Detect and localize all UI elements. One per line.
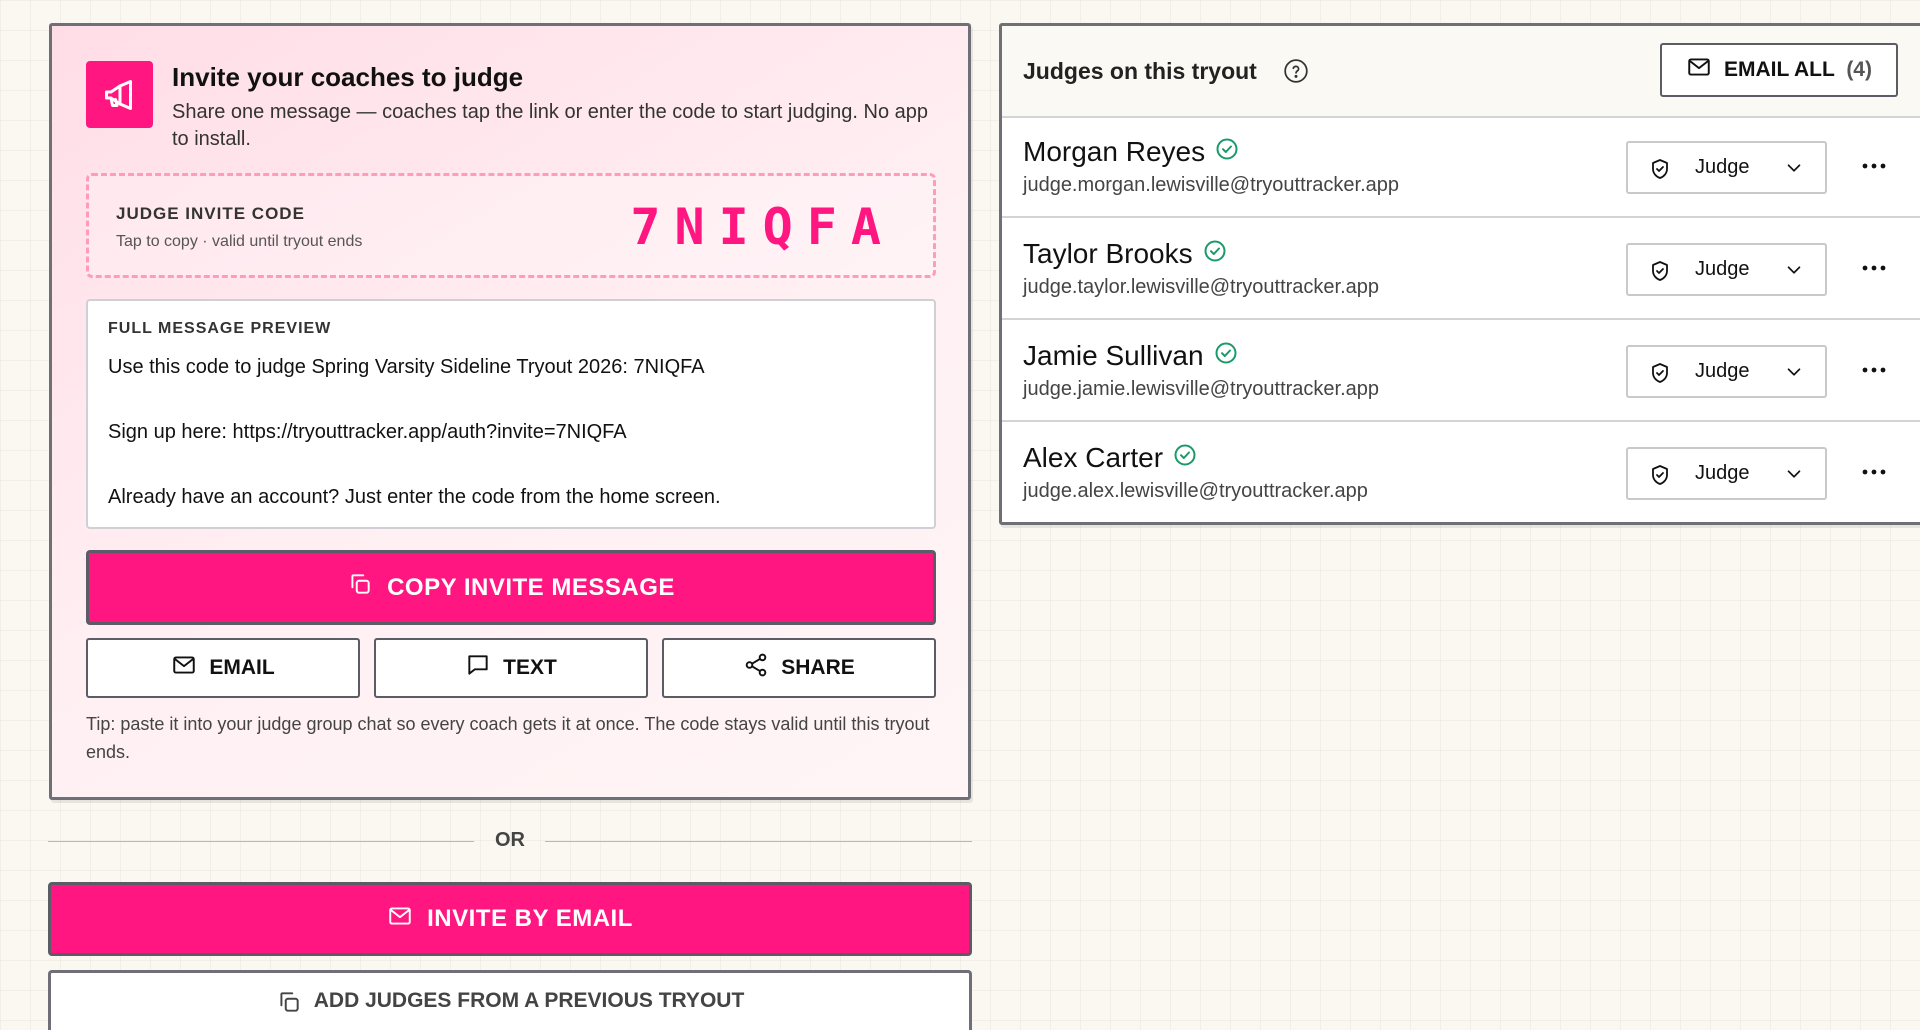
judge-name: Alex Carter [1023, 442, 1197, 474]
message-preview: FULL MESSAGE PREVIEW Use this code to ju… [86, 299, 936, 529]
invite-code-hint: Tap to copy · valid until tryout ends [116, 233, 363, 250]
message-preview-line: Already have an account? Just enter the … [108, 486, 721, 508]
judge-role-value: Judge [1695, 462, 1750, 484]
judge-row: Alex Carter judge.alex.lewisville@tryout… [1002, 422, 1920, 522]
judge-role-value: Judge [1695, 360, 1750, 382]
shield-icon [1648, 361, 1672, 390]
copy-invite-message-label: COPY INVITE MESSAGE [387, 573, 675, 601]
share-text-button[interactable]: TEXT [374, 638, 648, 698]
email-all-button[interactable]: EMAIL ALL (4) [1660, 43, 1898, 97]
share-email-button[interactable]: EMAIL [86, 638, 360, 698]
megaphone-icon [86, 61, 153, 128]
more-icon [1862, 469, 1886, 475]
message-preview-line: Use this code to judge Spring Varsity Si… [108, 356, 705, 378]
invite-tip: Tip: paste it into your judge group chat… [86, 714, 930, 762]
chevron-down-icon [1783, 463, 1805, 490]
help-icon[interactable] [1282, 57, 1310, 85]
message-preview-line: Sign up here: https://tryouttracker.app/… [108, 421, 627, 443]
judge-row: Morgan Reyes judge.morgan.lewisville@try… [1002, 116, 1920, 218]
more-options-button[interactable] [1852, 350, 1896, 390]
invite-card-title: Invite your coaches to judge [172, 62, 524, 92]
judge-name: Taylor Brooks [1023, 238, 1227, 270]
invite-card-subtitle: Share one message — coaches tap the link… [172, 101, 929, 150]
verified-check-icon [1203, 238, 1227, 270]
mail-icon [1686, 54, 1712, 86]
judge-name-text: Jamie Sullivan [1023, 340, 1204, 371]
judges-header: Judges on this tryout EMAIL ALL (4) [1002, 26, 1920, 118]
invite-by-email-button[interactable]: INVITE BY EMAIL [48, 882, 972, 956]
mail-icon [387, 903, 413, 936]
judge-role-select[interactable]: Judge [1626, 345, 1827, 398]
judge-name: Morgan Reyes [1023, 136, 1239, 168]
judges-panel: Judges on this tryout EMAIL ALL (4) Morg… [999, 23, 1920, 525]
shield-icon [1648, 259, 1672, 288]
judges-title: Judges on this tryout [1023, 58, 1257, 84]
judge-email: judge.jamie.lewisville@tryouttracker.app [1023, 378, 1380, 400]
message-preview-label: FULL MESSAGE PREVIEW [108, 320, 332, 337]
invite-code-box[interactable]: JUDGE INVITE CODE Tap to copy · valid un… [86, 173, 936, 278]
chevron-down-icon [1783, 259, 1805, 286]
shield-icon [1648, 463, 1672, 492]
mail-icon [171, 652, 197, 684]
email-all-count: (4) [1846, 58, 1872, 81]
share-text-label: TEXT [503, 656, 557, 679]
or-divider: OR [48, 829, 972, 853]
chevron-down-icon [1783, 361, 1805, 388]
or-label: OR [495, 829, 525, 851]
judge-role-value: Judge [1695, 258, 1750, 280]
judge-role-select[interactable]: Judge [1626, 447, 1827, 500]
copy-icon [276, 989, 302, 1021]
judge-role-value: Judge [1695, 156, 1750, 178]
judge-name: Jamie Sullivan [1023, 340, 1238, 372]
judge-role-select[interactable]: Judge [1626, 243, 1827, 296]
share-button[interactable]: SHARE [662, 638, 936, 698]
judge-name-text: Taylor Brooks [1023, 238, 1193, 269]
chevron-down-icon [1783, 157, 1805, 184]
email-all-label: EMAIL ALL [1724, 58, 1835, 81]
verified-check-icon [1173, 442, 1197, 474]
invite-code-label: JUDGE INVITE CODE [116, 204, 305, 223]
more-options-button[interactable] [1852, 452, 1896, 492]
shield-icon [1648, 157, 1672, 186]
copy-icon [347, 571, 373, 604]
share-label: SHARE [781, 656, 855, 679]
invite-code-value[interactable]: 7NIQFA [630, 198, 895, 256]
invite-card: Invite your coaches to judge Share one m… [49, 23, 971, 800]
judge-name-text: Alex Carter [1023, 442, 1164, 473]
more-options-button[interactable] [1852, 248, 1896, 288]
copy-invite-message-button[interactable]: COPY INVITE MESSAGE [86, 550, 936, 625]
judge-row: Taylor Brooks judge.taylor.lewisville@tr… [1002, 218, 1920, 320]
verified-check-icon [1214, 340, 1238, 372]
share-icon [743, 652, 769, 684]
more-icon [1862, 367, 1886, 373]
more-icon [1862, 163, 1886, 169]
share-email-label: EMAIL [209, 656, 275, 679]
judge-row: Jamie Sullivan judge.jamie.lewisville@tr… [1002, 320, 1920, 422]
judge-name-text: Morgan Reyes [1023, 136, 1206, 167]
more-options-button[interactable] [1852, 146, 1896, 186]
judge-role-select[interactable]: Judge [1626, 141, 1827, 194]
message-icon [465, 652, 491, 684]
verified-check-icon [1215, 136, 1239, 168]
more-icon [1862, 265, 1886, 271]
add-judges-from-previous-label: ADD JUDGES FROM A PREVIOUS TRYOUT [313, 989, 745, 1012]
judge-email: judge.alex.lewisville@tryouttracker.app [1023, 480, 1368, 502]
judge-email: judge.morgan.lewisville@tryouttracker.ap… [1023, 174, 1400, 196]
add-judges-from-previous-button[interactable]: ADD JUDGES FROM A PREVIOUS TRYOUT [48, 970, 972, 1030]
judge-email: judge.taylor.lewisville@tryouttracker.ap… [1023, 276, 1380, 298]
invite-by-email-label: INVITE BY EMAIL [427, 905, 633, 932]
